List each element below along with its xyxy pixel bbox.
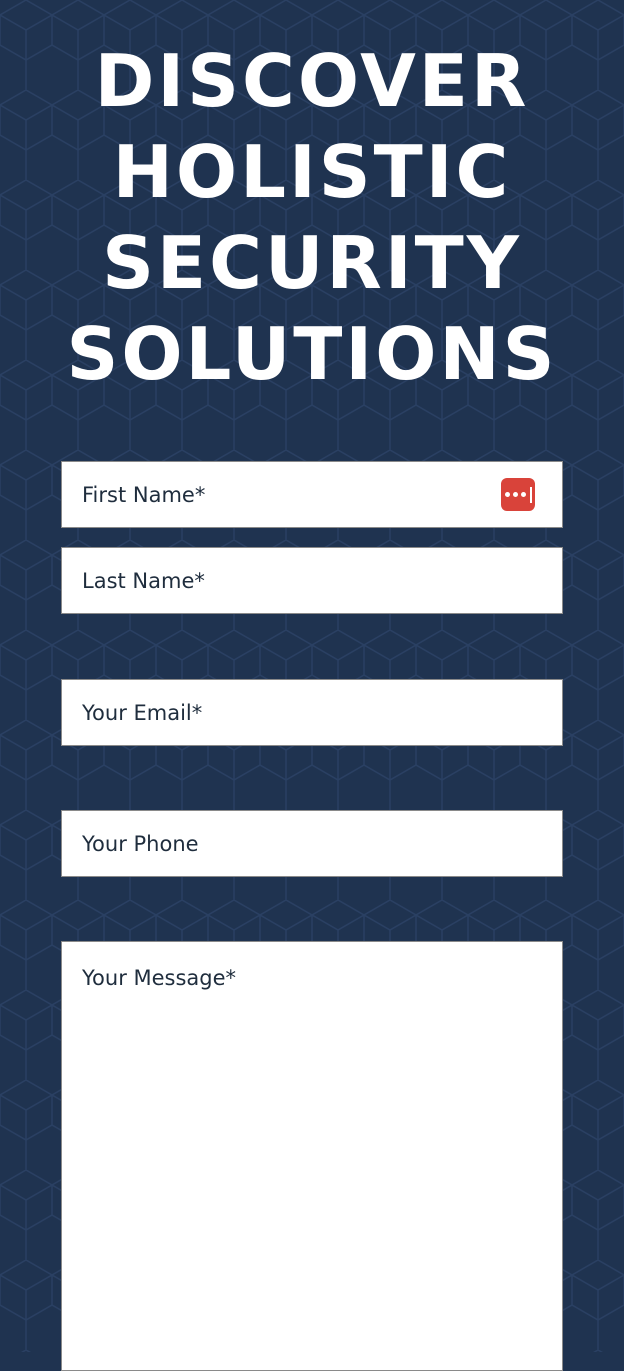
email-input[interactable] bbox=[62, 680, 562, 745]
hero-title-line-3: SECURITY bbox=[102, 221, 522, 305]
first-name-field-wrapper bbox=[61, 461, 563, 528]
last-name-input[interactable] bbox=[62, 548, 562, 613]
cursor-bar-glyph bbox=[529, 486, 532, 503]
hero-title: DISCOVER HOLISTIC SECURITY SOLUTIONS bbox=[0, 36, 624, 400]
hero-title-line-2: HOLISTIC bbox=[112, 130, 512, 214]
dot-glyph bbox=[504, 492, 510, 497]
phone-field-wrapper bbox=[61, 810, 563, 877]
password-manager-icon[interactable] bbox=[501, 478, 535, 511]
message-field-wrapper bbox=[61, 941, 563, 1371]
hero-title-line-4: SOLUTIONS bbox=[66, 312, 558, 396]
dot-glyph bbox=[520, 492, 526, 497]
first-name-input[interactable] bbox=[62, 462, 562, 527]
phone-input[interactable] bbox=[62, 811, 562, 876]
last-name-field-wrapper bbox=[61, 547, 563, 614]
email-field-wrapper bbox=[61, 679, 563, 746]
dot-glyph bbox=[512, 492, 518, 497]
hero-title-line-1: DISCOVER bbox=[94, 39, 530, 123]
message-textarea[interactable] bbox=[62, 942, 562, 1370]
